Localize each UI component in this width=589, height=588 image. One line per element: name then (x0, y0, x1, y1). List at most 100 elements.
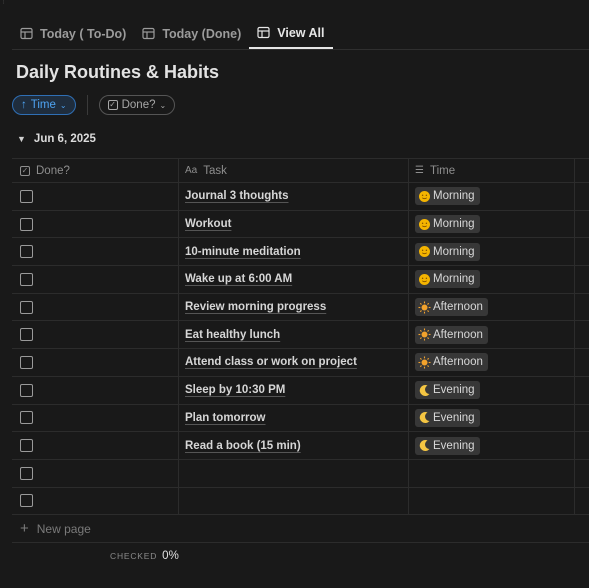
time-tag: Evening (415, 408, 480, 427)
done-cell (12, 432, 179, 459)
time-cell[interactable]: Evening (409, 432, 575, 459)
task-cell[interactable]: Attend class or work on project (179, 349, 409, 376)
time-cell[interactable]: Evening (409, 376, 575, 404)
done-checkbox[interactable] (20, 383, 33, 397)
done-checkbox[interactable] (20, 245, 33, 259)
done-checkbox[interactable] (20, 466, 33, 480)
time-tag: Morning (415, 215, 480, 234)
table-row[interactable]: Wake up at 6:00 AM Morning (12, 266, 589, 294)
done-checkbox[interactable] (20, 328, 33, 342)
filter-chip[interactable]: ✓ Done? ⌄ (98, 95, 176, 115)
task-cell[interactable]: Wake up at 6:00 AM (179, 266, 409, 293)
time-cell[interactable]: Afternoon (409, 293, 575, 321)
row-spacer (575, 266, 589, 293)
table-row[interactable]: Eat healthy lunch Afternoon (12, 321, 589, 350)
time-cell[interactable]: Morning (409, 238, 575, 266)
time-cell[interactable]: Morning (409, 266, 575, 293)
task-title[interactable]: Journal 3 thoughts (185, 190, 289, 202)
time-cell[interactable] (409, 487, 575, 515)
task-cell[interactable]: 10-minute meditation (179, 238, 409, 266)
time-tag: Afternoon (415, 298, 488, 317)
task-title[interactable]: Workout (185, 218, 231, 230)
done-checkbox[interactable] (20, 300, 33, 314)
task-title[interactable]: Wake up at 6:00 AM (185, 273, 292, 285)
calculation-cell[interactable]: CHECKED 0% (110, 550, 179, 562)
drag-handle-icon[interactable]: ⋮ (0, 0, 8, 8)
group-header[interactable]: ▼ Jun 6, 2025 (17, 133, 96, 145)
text-type-icon: Aa (185, 165, 198, 176)
task-title[interactable]: Plan tomorrow (185, 412, 266, 424)
tab-view-all[interactable]: View All (249, 18, 333, 49)
task-cell[interactable]: Journal 3 thoughts (179, 183, 409, 210)
task-title[interactable]: Sleep by 10:30 PM (185, 384, 285, 396)
task-title[interactable]: 10-minute meditation (185, 246, 301, 258)
table-row[interactable]: Sleep by 10:30 PM Evening (12, 376, 589, 405)
done-cell (12, 238, 179, 266)
table-row[interactable]: Review morning progress Afternoon (12, 293, 589, 322)
sun-icon (418, 328, 431, 341)
new-page-label: New page (36, 521, 91, 536)
task-title[interactable]: Review morning progress (185, 301, 326, 313)
table-row[interactable]: Journal 3 thoughts Morning (12, 183, 589, 211)
sun-face-icon (418, 273, 431, 286)
table-icon (20, 27, 33, 40)
done-checkbox[interactable] (20, 189, 33, 203)
time-cell[interactable]: Afternoon (409, 349, 575, 376)
tab-label: Today ( To-Do) (40, 26, 127, 41)
column-label: Time (429, 164, 456, 177)
done-checkbox[interactable] (20, 439, 33, 453)
done-checkbox[interactable] (20, 355, 33, 369)
tab-today-todo[interactable]: Today ( To-Do) (12, 18, 134, 49)
done-cell (12, 376, 179, 404)
time-cell[interactable] (409, 459, 575, 487)
table-row[interactable]: Attend class or work on project Afternoon (12, 349, 589, 377)
table-row[interactable] (12, 487, 589, 516)
done-checkbox[interactable] (20, 272, 33, 286)
sort-chip[interactable]: ↑ Time ⌄ (12, 95, 76, 115)
done-checkbox[interactable] (20, 217, 33, 231)
row-spacer (575, 377, 589, 404)
new-page-button[interactable]: + New page (20, 520, 91, 537)
task-title[interactable]: Read a book (15 min) (185, 440, 301, 452)
task-cell[interactable] (179, 487, 409, 515)
table-row[interactable]: Read a book (15 min) Evening (12, 432, 589, 460)
table-row[interactable]: 10-minute meditation Morning (12, 238, 589, 267)
table-row[interactable] (12, 459, 589, 488)
task-title[interactable]: Attend class or work on project (185, 356, 357, 368)
time-cell[interactable]: Evening (409, 404, 575, 432)
time-cell[interactable]: Afternoon (409, 321, 575, 349)
task-cell[interactable]: Workout (179, 210, 409, 238)
checkbox-icon: ✓ (107, 100, 118, 110)
time-cell[interactable]: Morning (409, 183, 575, 210)
column-header-spacer (575, 159, 589, 182)
sun-face-icon (418, 245, 431, 258)
collapse-triangle-icon[interactable]: ▼ (17, 134, 26, 144)
calculation-value: 0% (162, 550, 179, 562)
column-header-time[interactable]: ☰ Time (409, 159, 575, 182)
done-cell (12, 266, 179, 293)
database-table: ✓ Done? Aa Task ☰ Time Journal 3 thought… (12, 158, 589, 516)
tab-today-done[interactable]: Today (Done) (134, 18, 249, 49)
table-row[interactable]: Workout Morning (12, 210, 589, 239)
row-spacer (575, 488, 589, 515)
column-header-done[interactable]: ✓ Done? (12, 159, 179, 182)
task-title[interactable]: Eat healthy lunch (185, 329, 280, 341)
task-cell[interactable]: Read a book (15 min) (179, 432, 409, 459)
task-cell[interactable]: Plan tomorrow (179, 404, 409, 432)
checkbox-icon: ✓ (20, 165, 30, 176)
task-cell[interactable] (179, 459, 409, 487)
table-row[interactable]: Plan tomorrow Evening (12, 404, 589, 433)
time-cell[interactable]: Morning (409, 210, 575, 238)
done-cell (12, 321, 179, 349)
column-header-task[interactable]: Aa Task (179, 159, 409, 182)
task-cell[interactable]: Sleep by 10:30 PM (179, 376, 409, 404)
done-checkbox[interactable] (20, 494, 33, 508)
row-spacer (575, 405, 589, 432)
time-tag-label: Evening (433, 439, 475, 452)
chevron-down-icon: ⌄ (59, 100, 67, 110)
task-cell[interactable]: Review morning progress (179, 293, 409, 321)
task-cell[interactable]: Eat healthy lunch (179, 321, 409, 349)
sun-icon (418, 356, 431, 369)
done-checkbox[interactable] (20, 411, 33, 425)
chevron-down-icon: ⌄ (159, 100, 167, 110)
